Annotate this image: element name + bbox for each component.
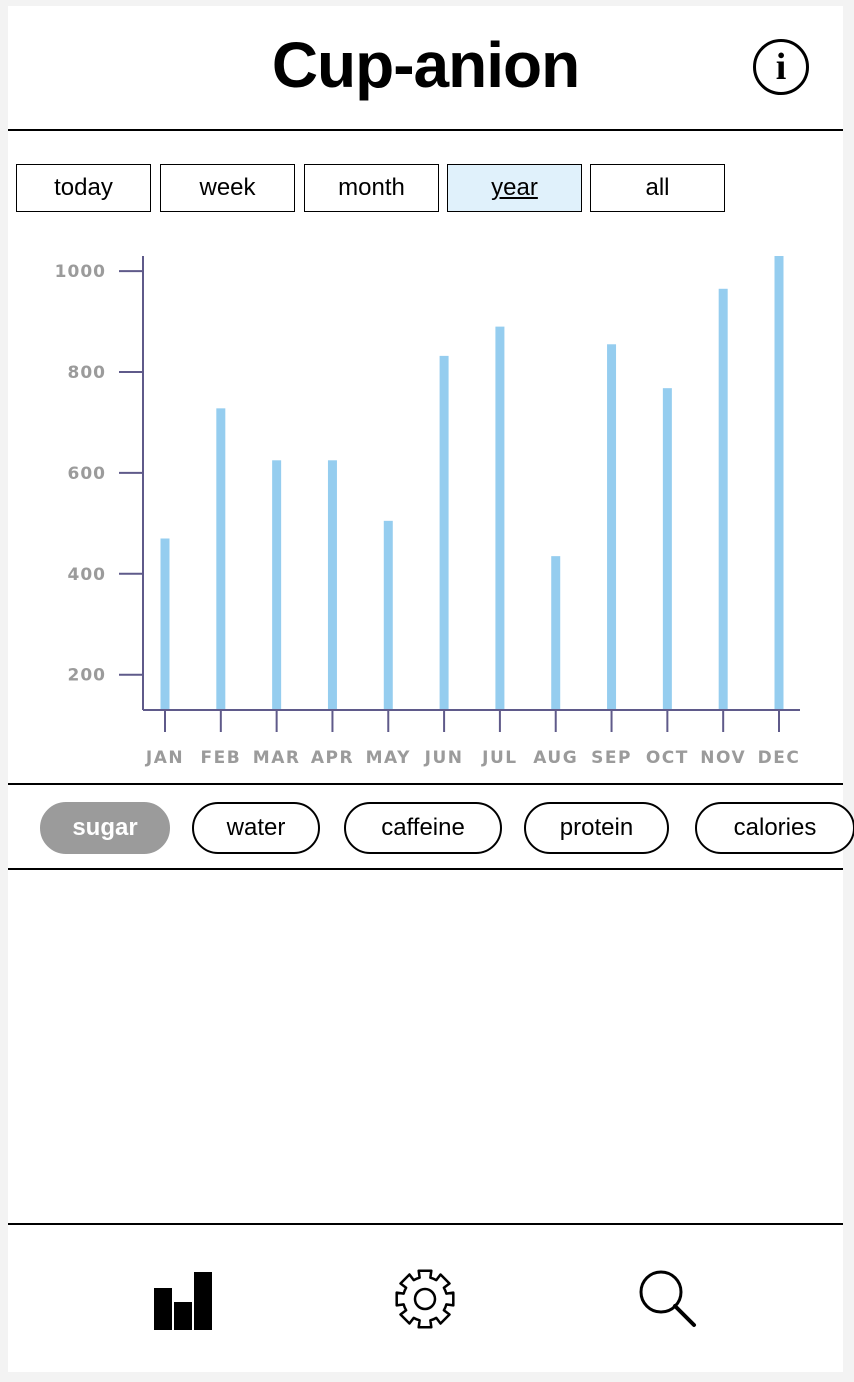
x-tick-label-jul: JUL (481, 748, 517, 768)
gear-icon[interactable] (393, 1267, 457, 1331)
sugar-bar-chart: 200 400 600 800 1000 JAN FEB MAR APR MAY JUN JUL AU… (55, 256, 801, 768)
y-tick-label: 1000 (55, 262, 106, 282)
bar-dec (774, 256, 784, 710)
bar-apr (327, 460, 337, 710)
x-tick-label-apr: APR (311, 748, 354, 768)
bar-nov (718, 288, 728, 710)
x-tick-label-sep: SEP (591, 748, 632, 768)
pill-protein[interactable]: protein (524, 802, 669, 854)
tab-week[interactable]: week (160, 164, 295, 212)
bar-aug (551, 556, 561, 710)
search-icon[interactable] (636, 1267, 700, 1331)
bar-mar (272, 460, 282, 710)
y-tick-label: 400 (68, 565, 107, 585)
bar-may (383, 520, 393, 710)
tab-month[interactable]: month (304, 164, 439, 212)
x-tick-label-mar: MAR (253, 748, 301, 768)
x-tick-label-oct: OCT (646, 748, 689, 768)
tab-year[interactable]: year (447, 164, 582, 212)
bar-chart-icon[interactable] (152, 1268, 216, 1332)
app-frame: Cup-anion i today week month year all 20… (8, 6, 854, 1372)
x-tick-label-feb: FEB (200, 748, 241, 768)
app-title: Cup-anion (271, 29, 580, 101)
x-tick-label-aug: AUG (533, 748, 578, 768)
tab-today[interactable]: today (16, 164, 151, 212)
pill-water[interactable]: water (192, 802, 320, 854)
bar-jan (160, 538, 170, 710)
tab-all[interactable]: all (590, 164, 725, 212)
x-tick-label-nov: NOV (700, 748, 746, 768)
y-tick-label: 800 (68, 363, 107, 383)
pill-sugar[interactable]: sugar (40, 802, 170, 854)
bar-feb (216, 408, 226, 710)
y-tick-label: 200 (68, 666, 107, 686)
pill-caffeine[interactable]: caffeine (344, 802, 502, 854)
y-tick-label: 600 (68, 464, 107, 484)
info-icon[interactable]: i (753, 39, 809, 95)
bar-jul (495, 326, 505, 710)
pills-divider (8, 868, 843, 870)
bar-jun (439, 355, 449, 710)
x-tick-label-jun: JUN (424, 748, 464, 768)
nav-divider (8, 1223, 843, 1225)
x-tick-label-may: MAY (366, 748, 411, 768)
chart-divider (8, 783, 843, 785)
bar-sep (607, 344, 617, 710)
pill-calories[interactable]: calories (695, 802, 854, 854)
x-tick-label-dec: DEC (758, 748, 801, 768)
x-tick-label-jan: JAN (145, 748, 184, 768)
header-divider (8, 129, 843, 131)
bar-oct (662, 388, 672, 710)
